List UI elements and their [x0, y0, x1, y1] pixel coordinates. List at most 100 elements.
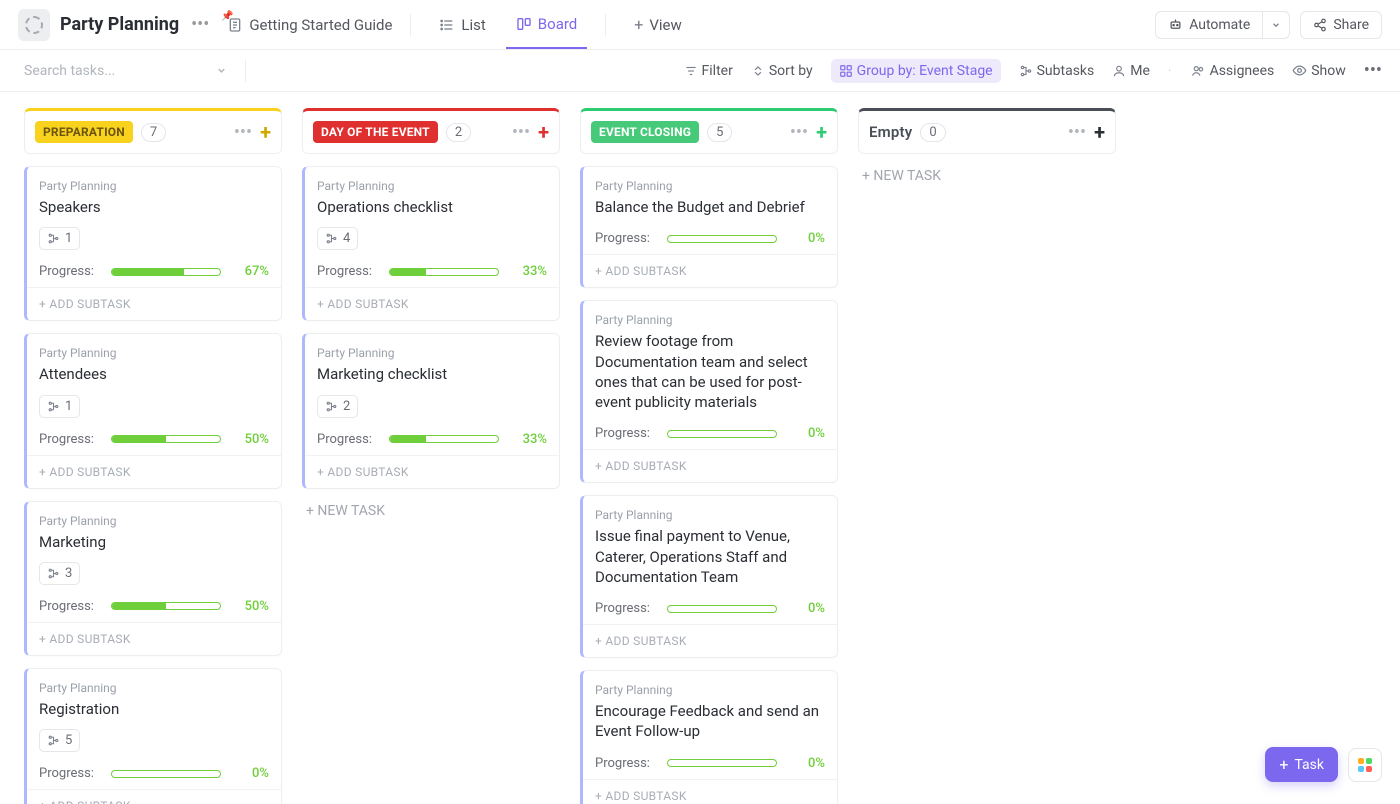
subtask-count-chip[interactable]: 4: [317, 227, 358, 250]
column-count: 2: [446, 123, 471, 142]
card-folder: Party Planning: [39, 681, 269, 695]
plus-icon: +: [634, 15, 643, 34]
card-title: Review footage from Documentation team a…: [595, 331, 825, 412]
automate-button[interactable]: Automate: [1155, 11, 1263, 39]
column-add-icon[interactable]: +: [816, 120, 827, 144]
task-card[interactable]: Party Planning Review footage from Docum…: [580, 300, 838, 483]
search-dropdown-icon[interactable]: [216, 65, 227, 76]
add-view[interactable]: + View: [624, 0, 692, 49]
task-card[interactable]: Party Planning Balance the Budget and De…: [580, 166, 838, 288]
new-task-fab-label: Task: [1294, 757, 1324, 773]
me-button[interactable]: Me: [1112, 63, 1150, 79]
subtask-count-chip[interactable]: 1: [39, 227, 80, 250]
space-avatar[interactable]: [18, 9, 50, 41]
divider: [605, 14, 606, 36]
task-card[interactable]: Party Planning Marketing 3 Progress: 50%…: [24, 501, 282, 656]
add-subtask-button[interactable]: + ADD SUBTASK: [27, 287, 281, 320]
progress-bar: [667, 759, 777, 767]
task-card[interactable]: Party Planning Marketing checklist 2 Pro…: [302, 333, 560, 488]
apps-launcher[interactable]: [1348, 748, 1382, 782]
show-button[interactable]: Show: [1292, 63, 1346, 79]
progress-bar: [389, 435, 499, 443]
subtasks-icon: [325, 400, 338, 413]
card-folder: Party Planning: [39, 179, 269, 193]
add-subtask-button[interactable]: + ADD SUBTASK: [27, 455, 281, 488]
column-menu-icon[interactable]: •••: [1068, 122, 1086, 143]
board-column: DAY OF THE EVENT 2 ••• + Party Planning …: [302, 108, 560, 519]
subtasks-button[interactable]: Subtasks: [1019, 63, 1095, 79]
progress-percent: 33%: [513, 264, 547, 279]
add-subtask-button[interactable]: + ADD SUBTASK: [583, 449, 837, 482]
new-task-fab[interactable]: + Task: [1265, 747, 1338, 782]
group-icon: [839, 64, 853, 78]
task-card[interactable]: Party Planning Issue final payment to Ve…: [580, 495, 838, 658]
card-folder: Party Planning: [595, 313, 825, 327]
add-subtask-button[interactable]: + ADD SUBTASK: [305, 455, 559, 488]
filter-button[interactable]: Filter: [684, 63, 733, 79]
subtasks-icon: [47, 232, 60, 245]
subtask-count-chip[interactable]: 3: [39, 562, 80, 585]
share-button[interactable]: Share: [1300, 11, 1382, 39]
progress-bar: [667, 235, 777, 243]
add-subtask-button[interactable]: + ADD SUBTASK: [583, 624, 837, 657]
add-subtask-button[interactable]: + ADD SUBTASK: [583, 254, 837, 287]
title-menu-icon[interactable]: •••: [191, 14, 209, 35]
add-subtask-button[interactable]: + ADD SUBTASK: [27, 622, 281, 655]
apps-icon: [1358, 758, 1372, 772]
task-card[interactable]: Party Planning Encourage Feedback and se…: [580, 670, 838, 804]
board-column: Empty 0 ••• + + NEW TASK: [858, 108, 1116, 184]
column-menu-icon[interactable]: •••: [234, 122, 252, 143]
robot-icon: [1168, 17, 1183, 32]
subtask-count-chip[interactable]: 2: [317, 395, 358, 418]
groupby-button[interactable]: Group by: Event Stage: [831, 59, 1001, 83]
add-subtask-button[interactable]: + ADD SUBTASK: [583, 779, 837, 804]
progress-bar: [111, 770, 221, 778]
subtask-count-chip[interactable]: 1: [39, 395, 80, 418]
add-subtask-button[interactable]: + ADD SUBTASK: [27, 789, 281, 804]
progress-label: Progress:: [39, 264, 97, 279]
progress-percent: 33%: [513, 432, 547, 447]
task-card[interactable]: Party Planning Attendees 1 Progress: 50%…: [24, 333, 282, 488]
groupby-label: Group by: Event Stage: [857, 63, 993, 79]
tab-list[interactable]: List: [429, 0, 495, 49]
tab-list-label: List: [461, 16, 485, 34]
user-icon: [1112, 64, 1126, 78]
subtask-count-chip[interactable]: 5: [39, 729, 80, 752]
add-subtask-button[interactable]: + ADD SUBTASK: [305, 287, 559, 320]
board-column: EVENT CLOSING 5 ••• + Party Planning Bal…: [580, 108, 838, 804]
column-label: DAY OF THE EVENT: [313, 121, 438, 143]
progress-label: Progress:: [317, 264, 375, 279]
column-add-icon[interactable]: +: [1094, 120, 1105, 144]
search-box[interactable]: [18, 63, 198, 79]
progress-bar: [389, 268, 499, 276]
new-task-button[interactable]: + NEW TASK: [302, 503, 560, 519]
task-card[interactable]: Party Planning Speakers 1 Progress: 67% …: [24, 166, 282, 321]
list-icon: [439, 17, 455, 33]
column-menu-icon[interactable]: •••: [512, 122, 530, 143]
column-header: PREPARATION 7 ••• +: [24, 108, 282, 154]
column-count: 5: [707, 123, 732, 142]
chevron-down-icon: [1271, 20, 1281, 30]
tab-board[interactable]: Board: [506, 0, 587, 49]
column-menu-icon[interactable]: •••: [790, 122, 808, 143]
card-title: Operations checklist: [317, 197, 547, 217]
assignees-button[interactable]: Assignees: [1190, 63, 1275, 79]
progress-label: Progress:: [595, 601, 653, 616]
doc-getting-started[interactable]: 📌 Getting Started Guide: [227, 16, 392, 34]
search-input[interactable]: [24, 63, 202, 79]
task-card[interactable]: Party Planning Registration 5 Progress: …: [24, 668, 282, 804]
toolbar-more-icon[interactable]: •••: [1364, 60, 1382, 81]
subtask-count: 4: [343, 231, 350, 246]
sort-button[interactable]: Sort by: [751, 63, 813, 79]
column-add-icon[interactable]: +: [260, 120, 271, 144]
show-label: Show: [1311, 63, 1346, 79]
board-column: PREPARATION 7 ••• + Party Planning Speak…: [24, 108, 282, 804]
progress-label: Progress:: [595, 756, 653, 771]
task-card[interactable]: Party Planning Operations checklist 4 Pr…: [302, 166, 560, 321]
subtask-count: 1: [65, 399, 72, 414]
column-add-icon[interactable]: +: [538, 120, 549, 144]
new-task-button[interactable]: + NEW TASK: [858, 168, 1116, 184]
automate-dropdown[interactable]: [1263, 11, 1290, 39]
subtask-count: 3: [65, 566, 72, 581]
card-folder: Party Planning: [317, 179, 547, 193]
